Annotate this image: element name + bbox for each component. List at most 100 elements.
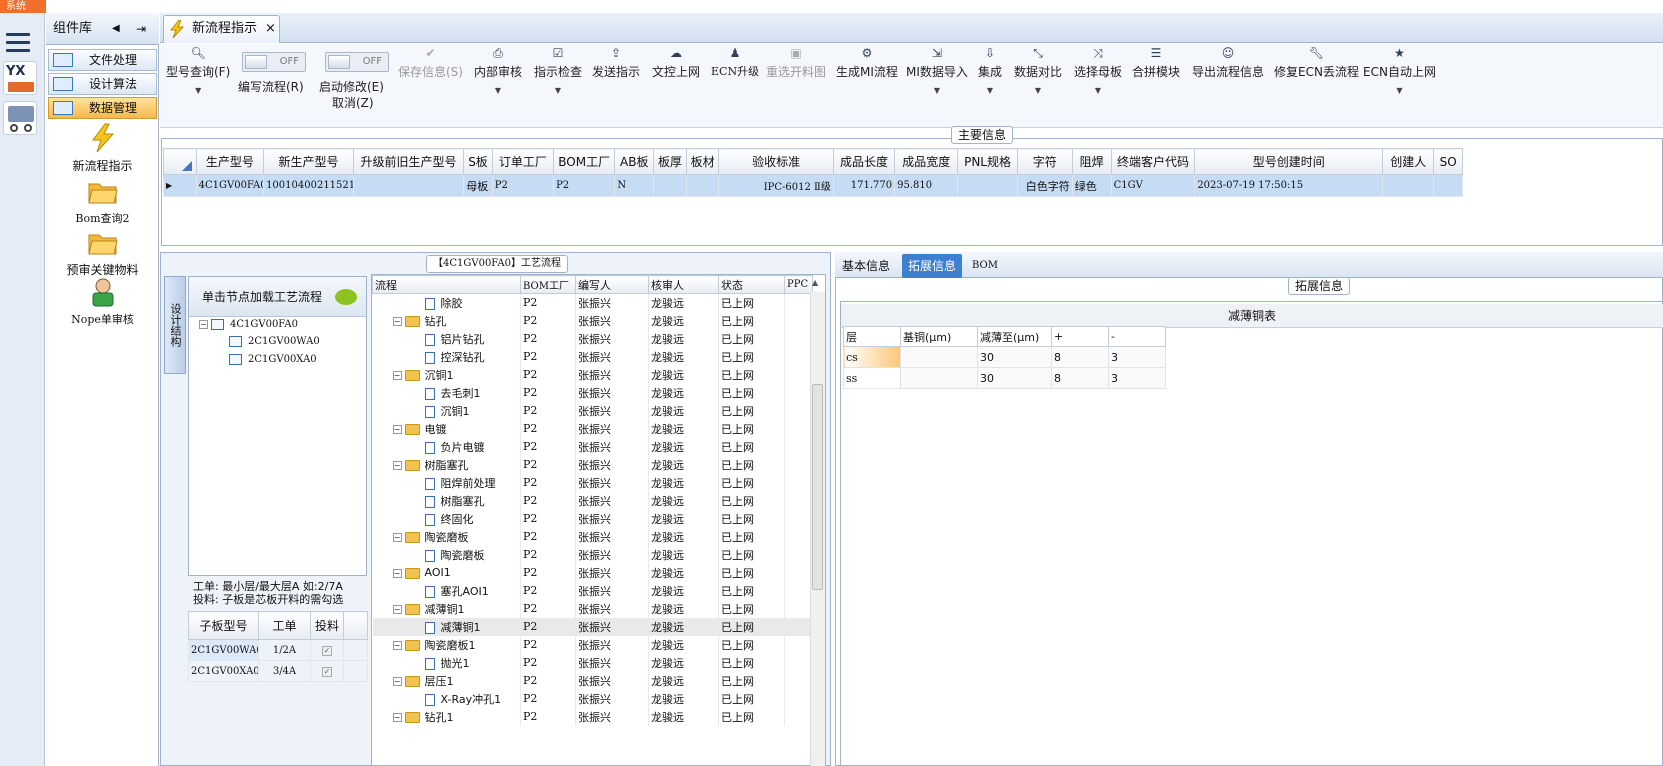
column-header[interactable]: - [1108,326,1166,347]
tab-new-process-instruction[interactable]: 新流程指示 × [163,15,280,43]
hamburger-menu-icon[interactable] [6,33,30,53]
table-row[interactable]: ss 30 8 3 [843,367,1166,389]
internal-review-button[interactable]: ⎙ 内部审核 ▼ [474,46,522,95]
collapse-toggle-icon[interactable]: − [392,533,402,542]
list-item[interactable]: − 层压1 P2 张振兴 龙骏远 已上网 [372,671,813,690]
column-header[interactable]: S板 [463,148,493,175]
collapse-left-icon[interactable]: ◀ [112,13,120,45]
list-item[interactable]: 铝片钻孔 P2 张振兴 龙骏远 已上网 [372,329,813,348]
list-item[interactable]: 阻焊前处理 P2 张振兴 龙骏远 已上网 [372,473,813,492]
pre-review-material-nav[interactable]: 预审关键物料 [56,227,149,278]
system-badge[interactable]: 系统 [0,0,46,13]
list-item[interactable]: 抛光1 P2 张振兴 龙骏远 已上网 [372,653,813,672]
table-row[interactable]: 2C1GV00WA0 1/2A ✓ [188,639,368,661]
feed-checkbox[interactable]: ✓ [322,645,332,656]
list-item[interactable]: 除胶 P2 张振兴 龙骏远 已上网 [372,293,813,312]
list-item[interactable]: − 电镀 P2 张振兴 龙骏远 已上网 [372,419,813,438]
list-item[interactable]: − 减薄铜1 P2 张振兴 龙骏远 已上网 [372,599,813,618]
table-row[interactable]: 2C1GV00XA0 3/4A ✓ [188,660,368,682]
auto-modify-toggle[interactable]: OFF [325,52,389,72]
column-header[interactable]: + [1051,326,1109,347]
repair-ecn-flow-button[interactable]: 🔧︎ 修复ECN丢流程 [1274,46,1359,80]
table-row[interactable]: cs 30 8 3 [843,346,1166,368]
list-item[interactable]: − 钻孔 P2 张振兴 龙骏远 已上网 [372,311,813,330]
export-flow-info-button[interactable]: ☺ 导出流程信息 [1192,46,1264,80]
collapse-toggle-icon[interactable]: − [392,371,402,380]
tree-node[interactable]: 2C1GV00XA0 [229,354,317,365]
collapse-toggle-icon[interactable]: − [392,641,402,650]
cancel-button[interactable]: 取消(Z) [332,94,374,111]
column-header[interactable]: 验收标准 [718,148,834,175]
tab-basic-info[interactable]: 基本信息 [836,254,896,278]
column-header[interactable]: 板材 [685,148,720,175]
tree-node-root[interactable]: −4C1GV00FA0 [199,319,298,330]
feed-checkbox[interactable]: ✓ [322,666,332,677]
exit-icon[interactable]: ⇥ [136,13,146,45]
list-item[interactable]: − 钻孔1 P2 张振兴 龙骏远 已上网 [372,707,813,726]
list-item[interactable]: − 树脂塞孔 P2 张振兴 龙骏远 已上网 [372,455,813,474]
column-header[interactable]: 核审人 [648,275,719,294]
list-item[interactable]: 沉铜1 P2 张振兴 龙骏远 已上网 [372,401,813,420]
list-item[interactable]: − AOI1 P2 张振兴 龙骏远 已上网 [372,563,813,582]
tab-close-icon[interactable]: × [265,16,276,42]
data-compare-button[interactable]: ⤡ 数据对比 ▼ [1014,46,1062,95]
ecn-auto-online-button[interactable]: ★ ECN自动上网 ▼ [1363,46,1436,95]
list-item[interactable]: 塞孔AOI1 P2 张振兴 龙骏远 已上网 [372,581,813,600]
tab-design-structure[interactable]: 设计结构 [164,276,186,374]
list-item[interactable]: 陶瓷磨板 P2 张振兴 龙骏远 已上网 [372,545,813,564]
column-header[interactable]: 成品长度 [832,148,896,175]
column-header[interactable]: 工单 [258,611,311,640]
data-management-button[interactable]: 数据管理 [48,97,157,119]
column-header[interactable]: 升级前旧生产型号 [352,148,465,175]
collapse-toggle-icon[interactable]: − [392,568,402,578]
design-algorithm-button[interactable]: 设计算法 [48,73,157,95]
column-header[interactable]: BOM工厂 [553,148,616,175]
column-header[interactable]: 新生产型号 [263,148,354,175]
column-header[interactable]: 投料 [310,611,344,640]
new-process-instruction-nav[interactable]: 新流程指示 [56,123,149,174]
collapse-toggle-icon[interactable]: − [392,461,402,470]
column-header[interactable]: 字符 [1016,148,1073,175]
column-header[interactable]: PNL规格 [957,148,1018,175]
column-header[interactable]: 终端客户代码 [1110,148,1196,175]
instruction-check-button[interactable]: ☑ 指示检查 ▼ [534,46,582,95]
list-item[interactable]: 去毛刺1 P2 张振兴 龙骏远 已上网 [372,383,813,402]
collapse-toggle-icon[interactable]: − [392,425,402,434]
column-header[interactable]: 层 [843,326,901,347]
column-header[interactable]: 生产型号 [195,148,265,175]
column-header[interactable]: 型号创建时间 [1194,148,1384,175]
integrate-button[interactable]: ⇩ 集成 ▼ [978,46,1002,95]
list-item[interactable]: X-Ray冲孔1 P2 张振兴 龙骏远 已上网 [372,689,813,708]
reselect-cut-drawing-button[interactable]: ▣ 重选开料图 [766,46,826,80]
collapse-toggle-icon[interactable]: − [392,605,402,614]
generate-mi-flow-button[interactable]: ⚙ 生成MI流程 [836,46,898,80]
column-header[interactable]: 成品宽度 [894,148,959,175]
tab-extended-info[interactable]: 拓展信息 [902,254,963,278]
collapse-toggle-icon[interactable]: − [392,317,402,326]
mi-data-import-button[interactable]: ⇲ MI数据导入 ▼ [906,46,968,95]
list-item[interactable]: − 沉铜1 P2 张振兴 龙骏远 已上网 [372,365,813,384]
send-instruction-button[interactable]: ⇪ 发送指示 [592,46,640,80]
machine-icon[interactable] [3,101,37,135]
column-header[interactable]: BOM工厂 [520,275,576,294]
tree-node[interactable]: 2C1GV00WA0 [229,336,320,347]
column-header[interactable]: SO [1433,148,1463,175]
column-header[interactable]: 流程 [372,275,521,294]
column-header[interactable]: 编写人 [575,275,649,294]
tab-bom[interactable]: BOM [966,254,1004,278]
collapse-toggle-icon[interactable]: − [392,713,402,722]
list-item[interactable]: − 陶瓷磨板 P2 张振兴 龙骏远 已上网 [372,527,813,546]
scroll-up-icon[interactable]: ▲ [812,278,818,287]
list-item[interactable]: − 陶瓷磨板1 P2 张振兴 龙骏远 已上网 [372,635,813,654]
table-row[interactable]: ▶ 4C1GV00FA0 10010400211521 母板 P2 P2 N IPC-… [163,174,1463,197]
select-mother-board-button[interactable]: ⤨ 选择母板 ▼ [1074,46,1122,95]
file-processing-button[interactable]: 文件处理 [48,49,157,71]
list-item[interactable]: 减薄铜1 P2 张振兴 龙骏远 已上网 [372,617,813,636]
column-header[interactable]: 子板型号 [188,611,259,640]
column-header[interactable]: 基铜(μm) [900,326,978,347]
save-info-button[interactable]: ✔ 保存信息(S) [398,46,463,80]
list-item[interactable]: 负片电镀 P2 张振兴 龙骏远 已上网 [372,437,813,456]
list-item[interactable]: 树脂塞孔 P2 张振兴 龙骏远 已上网 [372,491,813,510]
list-item[interactable]: 控深钻孔 P2 张振兴 龙骏远 已上网 [372,347,813,366]
yx-factory-icon[interactable]: YX [3,61,37,95]
